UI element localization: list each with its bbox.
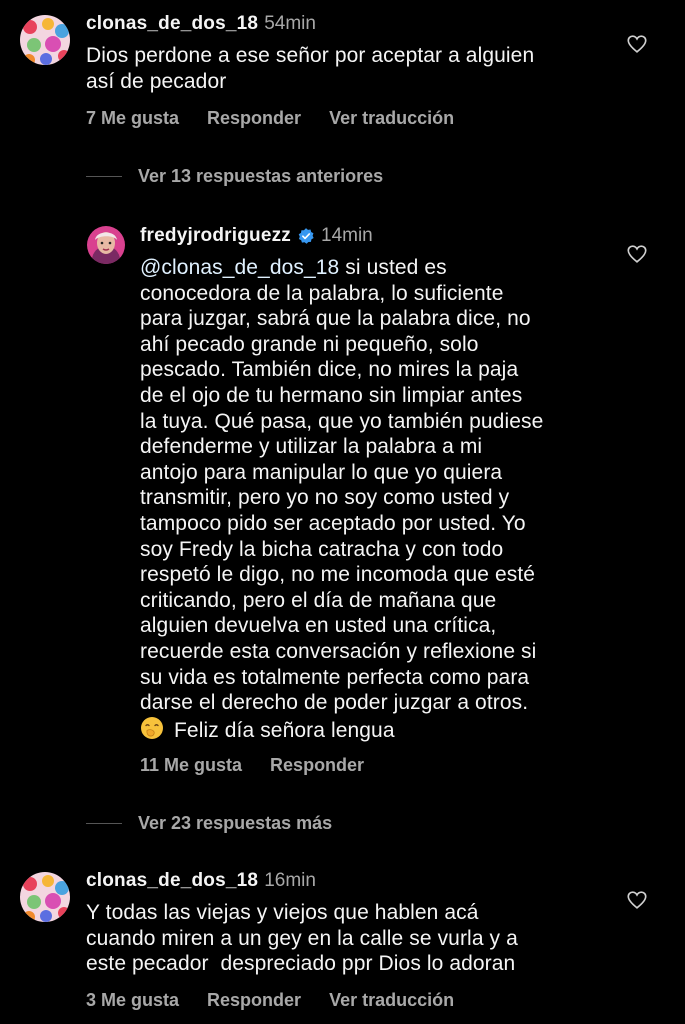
view-previous-replies-label[interactable]: Ver 13 respuestas anteriores: [138, 166, 383, 187]
divider: [86, 823, 122, 824]
avatar[interactable]: [20, 15, 70, 65]
heart-icon[interactable]: [626, 33, 648, 55]
comment-actions: 11 Me gusta Responder: [140, 755, 364, 776]
avatar[interactable]: [20, 872, 70, 922]
timestamp: 54min: [264, 13, 316, 34]
timestamp: 16min: [264, 870, 316, 891]
verified-badge-icon: [298, 228, 314, 244]
username[interactable]: clonas_de_dos_18: [86, 13, 258, 35]
username[interactable]: clonas_de_dos_18: [86, 870, 258, 892]
reply-button[interactable]: Responder: [207, 990, 301, 1011]
comment-actions: 3 Me gusta Responder Ver traducción: [86, 990, 454, 1011]
likes-count[interactable]: 7 Me gusta: [86, 108, 179, 129]
comment-actions: 7 Me gusta Responder Ver traducción: [86, 108, 454, 129]
reply-button[interactable]: Responder: [207, 108, 301, 129]
likes-count[interactable]: 11 Me gusta: [140, 755, 242, 776]
likes-count[interactable]: 3 Me gusta: [86, 990, 179, 1011]
view-more-replies-label[interactable]: Ver 23 respuestas más: [138, 813, 332, 834]
face-with-hand-over-mouth-icon: [141, 716, 163, 739]
view-previous-replies[interactable]: Ver 13 respuestas anteriores: [86, 166, 383, 187]
timestamp: 14min: [321, 225, 373, 246]
comment-text: Dios perdone a ese señor por aceptar a a…: [86, 44, 535, 93]
reply-button[interactable]: Responder: [270, 755, 364, 776]
translate-button[interactable]: Ver traducción: [329, 990, 454, 1011]
heart-icon[interactable]: [626, 889, 648, 911]
username[interactable]: fredyjrodriguezz: [140, 225, 291, 247]
divider: [86, 176, 122, 177]
comment-text: Y todas las viejas y viejos que hablen a…: [86, 901, 518, 976]
view-more-replies[interactable]: Ver 23 respuestas más: [86, 813, 332, 834]
avatar[interactable]: [87, 226, 125, 264]
translate-button[interactable]: Ver traducción: [329, 108, 454, 129]
mention-link[interactable]: @clonas_de_dos_18: [140, 256, 339, 279]
heart-icon[interactable]: [626, 243, 648, 265]
comment-text: @clonas_de_dos_18 si usted es conocedora…: [140, 256, 544, 742]
